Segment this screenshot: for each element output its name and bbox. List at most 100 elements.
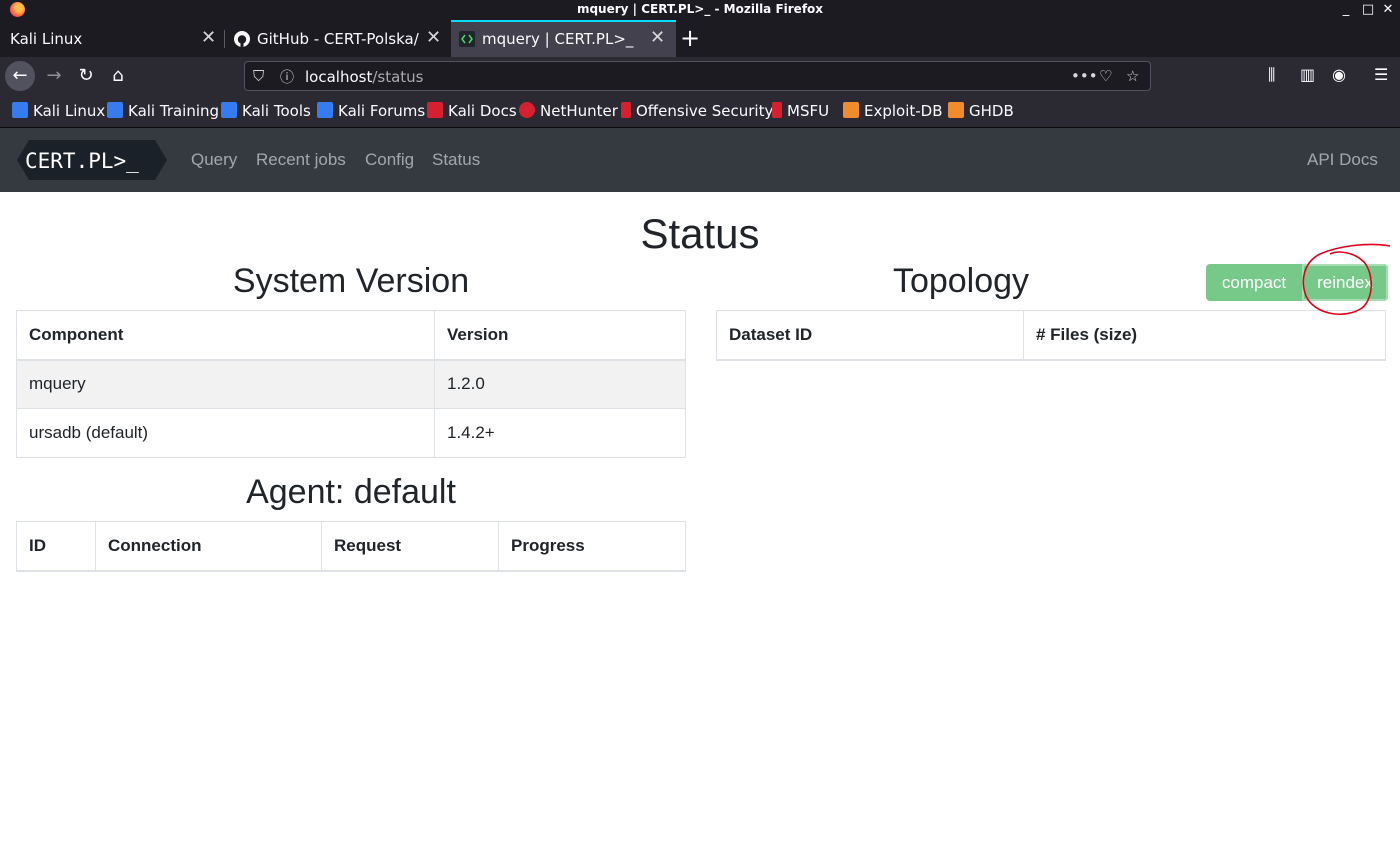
bookmark-label: NetHunter xyxy=(540,102,618,120)
back-arrow-icon[interactable]: ← xyxy=(5,61,35,91)
kali-dragon-icon xyxy=(12,102,28,118)
pocket-icon[interactable]: ♡ xyxy=(1099,67,1112,85)
column-header: Component xyxy=(16,310,435,361)
kali-dragon-icon xyxy=(221,102,237,118)
url-path: /status xyxy=(372,68,424,86)
bookmarks-toolbar: Kali Linux Kali Training Kali Tools Kali… xyxy=(0,95,1400,128)
compact-button[interactable]: compact xyxy=(1206,264,1302,301)
table-cell: 1.2.0 xyxy=(434,359,686,409)
table-cell: 1.4.2+ xyxy=(434,408,686,458)
bookmark-nethunter[interactable]: NetHunter xyxy=(519,102,618,120)
close-window-icon[interactable]: ✕ xyxy=(1378,0,1398,20)
tab-mquery[interactable]: mquery | CERT.PL>_ ✕ xyxy=(451,20,676,57)
bookmark-exploit-db[interactable]: Exploit-DB xyxy=(843,102,943,120)
table-row: ursadb (default) 1.4.2+ xyxy=(16,408,686,458)
kali-dragon-icon xyxy=(107,102,123,118)
nav-recent-jobs[interactable]: Recent jobs xyxy=(256,150,346,170)
library-icon[interactable]: ⫼ xyxy=(1268,65,1275,85)
github-icon xyxy=(234,31,250,47)
tab-label: Kali Linux xyxy=(10,30,83,48)
docs-icon xyxy=(427,102,443,118)
table-cell: mquery xyxy=(16,359,435,409)
nav-api-docs[interactable]: API Docs xyxy=(1307,150,1378,170)
annotation-circle xyxy=(1302,243,1391,316)
column-header: Progress xyxy=(498,521,686,572)
column-header: Dataset ID xyxy=(716,310,1024,361)
bookmark-kali-training[interactable]: Kali Training xyxy=(107,102,219,120)
bookmark-label: Kali Forums xyxy=(338,102,426,120)
bookmark-label: Exploit-DB xyxy=(864,102,943,120)
nav-config[interactable]: Config xyxy=(365,150,414,170)
column-header: Request xyxy=(321,521,499,572)
system-version-heading: System Version xyxy=(232,262,470,300)
tab-bar: Kali Linux ✕ GitHub - CERT-Polska/m ✕ mq… xyxy=(0,20,1400,57)
url-host: localhost xyxy=(305,68,373,86)
topology-heading: Topology xyxy=(892,262,1030,300)
page-title: Status xyxy=(640,210,760,257)
bookmark-kali-tools[interactable]: Kali Tools xyxy=(221,102,311,120)
nethunter-icon xyxy=(519,102,535,118)
table-row: mquery 1.2.0 xyxy=(16,359,686,409)
bookmark-ghdb[interactable]: GHDB xyxy=(948,102,1014,120)
offsec-icon xyxy=(772,102,782,118)
table-header-row: Dataset ID # Files (size) xyxy=(716,310,1386,361)
new-tab-plus-icon[interactable]: + xyxy=(680,25,700,51)
home-icon[interactable]: ⌂ xyxy=(103,61,133,91)
tab-github[interactable]: GitHub - CERT-Polska/m ✕ xyxy=(225,20,450,57)
offsec-icon xyxy=(621,102,631,118)
spider-icon xyxy=(843,102,859,118)
bookmark-label: Kali Tools xyxy=(242,102,311,120)
forward-arrow-icon[interactable]: → xyxy=(39,61,69,91)
close-icon[interactable]: ✕ xyxy=(426,27,441,48)
agent-heading: Agent: default xyxy=(246,473,456,511)
code-brackets-icon xyxy=(459,31,475,47)
bookmark-kali-forums[interactable]: Kali Forums xyxy=(317,102,425,120)
app-navbar: CERT.PL>_ Query Recent jobs Config Statu… xyxy=(0,128,1400,192)
bookmark-kali-linux[interactable]: Kali Linux xyxy=(12,102,105,120)
agent-table: ID Connection Request Progress xyxy=(16,521,686,572)
column-header: Version xyxy=(434,310,686,361)
navigation-toolbar: ← → ↻ ⌂ ⛉ ⓘ localhost/status ••• ♡ ☆ ⫼ ▥… xyxy=(0,57,1400,95)
bookmark-label: MSFU xyxy=(787,102,830,120)
shield-icon[interactable]: ⛉ xyxy=(253,67,264,85)
url-text: localhost/status xyxy=(305,68,424,86)
more-dots-icon[interactable]: ••• xyxy=(1071,67,1098,85)
bookmark-label: Kali Docs xyxy=(448,102,517,120)
reload-icon[interactable]: ↻ xyxy=(71,61,101,91)
url-bar[interactable]: ⛉ ⓘ localhost/status ••• ♡ ☆ xyxy=(244,61,1151,91)
bookmark-star-icon[interactable]: ☆ xyxy=(1126,67,1139,85)
bookmark-offensive-security[interactable]: Offensive Security xyxy=(621,102,773,120)
tab-label: GitHub - CERT-Polska/m xyxy=(257,30,420,48)
spider-icon xyxy=(948,102,964,118)
nav-query[interactable]: Query xyxy=(191,150,237,170)
window-title: mquery | CERT.PL>_ - Mozilla Firefox xyxy=(576,2,824,16)
column-header: Connection xyxy=(95,521,322,572)
maximize-icon[interactable]: □ xyxy=(1358,0,1378,20)
bookmark-label: Kali Training xyxy=(128,102,220,120)
account-icon[interactable]: ◉ xyxy=(1332,65,1346,84)
table-cell: ursadb (default) xyxy=(16,408,435,458)
close-icon[interactable]: ✕ xyxy=(650,27,665,48)
topology-table: Dataset ID # Files (size) xyxy=(716,310,1386,361)
menu-hamburger-icon[interactable]: ☰ xyxy=(1374,65,1388,84)
bookmark-label: Kali Linux xyxy=(33,102,106,120)
tab-kali-linux[interactable]: Kali Linux ✕ xyxy=(0,20,224,57)
bookmark-kali-docs[interactable]: Kali Docs xyxy=(427,102,517,120)
tab-label: mquery | CERT.PL>_ xyxy=(482,30,634,48)
window-titlebar: mquery | CERT.PL>_ - Mozilla Firefox _ □… xyxy=(0,0,1400,20)
column-header: ID xyxy=(16,521,96,572)
table-header-row: Component Version xyxy=(16,310,686,361)
system-version-table: Component Version mquery 1.2.0 ursadb (d… xyxy=(16,310,686,458)
logo-text: CERT.PL>_ xyxy=(25,149,139,173)
bookmark-label: GHDB xyxy=(969,102,1014,120)
sidebar-icon[interactable]: ▥ xyxy=(1300,65,1315,84)
table-header-row: ID Connection Request Progress xyxy=(16,521,686,572)
info-icon[interactable]: ⓘ xyxy=(280,67,294,87)
bookmark-label: Offensive Security xyxy=(636,102,774,120)
close-icon[interactable]: ✕ xyxy=(201,27,216,48)
cert-pl-logo[interactable]: CERT.PL>_ xyxy=(17,140,167,180)
bookmark-msfu[interactable]: MSFU xyxy=(772,102,829,120)
minimize-icon[interactable]: _ xyxy=(1336,0,1356,20)
nav-status[interactable]: Status xyxy=(432,150,480,170)
kali-dragon-icon xyxy=(317,102,333,118)
